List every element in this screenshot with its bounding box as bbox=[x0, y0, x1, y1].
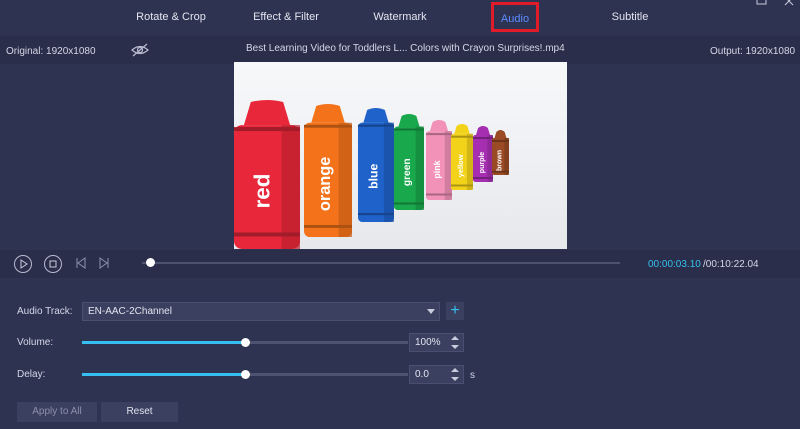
stop-button[interactable] bbox=[44, 255, 62, 273]
volume-slider[interactable] bbox=[82, 338, 408, 347]
video-filename: Best Learning Video for Toddlers L... Co… bbox=[246, 43, 565, 54]
volume-spinbox[interactable]: 100% bbox=[409, 333, 464, 352]
tab-rotate-crop[interactable]: Rotate & Crop bbox=[128, 0, 214, 34]
crayons-image: red orange blue green pink yellow purple brown bbox=[234, 62, 567, 249]
svg-text:orange: orange bbox=[316, 157, 334, 211]
reset-button[interactable]: Reset bbox=[101, 402, 178, 422]
chevron-down-icon bbox=[427, 309, 435, 314]
tab-bar: Rotate & Crop Effect & Filter Watermark … bbox=[0, 0, 800, 36]
next-frame-icon[interactable] bbox=[97, 256, 111, 273]
svg-text:brown: brown bbox=[496, 150, 503, 171]
delay-label: Delay: bbox=[17, 369, 46, 380]
svg-text:green: green bbox=[402, 158, 413, 186]
delay-slider-handle[interactable] bbox=[241, 370, 250, 379]
timeline-handle[interactable] bbox=[145, 258, 155, 267]
svg-text:yellow: yellow bbox=[456, 154, 465, 177]
close-icon[interactable] bbox=[784, 0, 796, 10]
current-time: 00:00:03.10 bbox=[648, 259, 701, 270]
volume-down-icon[interactable] bbox=[451, 345, 459, 349]
timeline-track[interactable] bbox=[142, 262, 620, 264]
video-preview: red orange blue green pink yellow purple brown bbox=[234, 62, 567, 249]
volume-slider-fill bbox=[82, 341, 245, 344]
original-resolution: Original: 1920x1080 bbox=[6, 46, 96, 57]
tab-audio[interactable]: Audio bbox=[491, 2, 539, 32]
minimize-icon[interactable] bbox=[756, 0, 768, 10]
delay-down-icon[interactable] bbox=[451, 377, 459, 381]
crayon-yellow: yellow bbox=[451, 124, 473, 190]
delay-slider-fill bbox=[82, 373, 245, 376]
tab-watermark[interactable]: Watermark bbox=[364, 0, 436, 34]
volume-up-icon[interactable] bbox=[451, 336, 459, 340]
output-resolution: Output: 1920x1080 bbox=[710, 46, 796, 57]
svg-text:blue: blue bbox=[366, 164, 380, 189]
eye-hidden-icon[interactable] bbox=[130, 42, 150, 58]
crayon-orange: orange bbox=[304, 104, 352, 237]
delay-up-icon[interactable] bbox=[451, 368, 459, 372]
volume-value: 100% bbox=[415, 337, 441, 348]
volume-slider-handle[interactable] bbox=[241, 338, 250, 347]
volume-label: Volume: bbox=[17, 337, 54, 348]
previous-frame-icon[interactable] bbox=[74, 256, 88, 273]
total-time: /00:10:22.04 bbox=[703, 259, 759, 270]
svg-text:pink: pink bbox=[432, 160, 442, 178]
crayon-pink: pink bbox=[426, 120, 452, 200]
delay-value: 0.0 bbox=[415, 369, 429, 380]
delay-slider[interactable] bbox=[82, 370, 408, 379]
tab-effect-filter[interactable]: Effect & Filter bbox=[244, 0, 328, 34]
tab-subtitle[interactable]: Subtitle bbox=[602, 0, 658, 34]
delay-unit: s bbox=[470, 370, 475, 381]
svg-text:purple: purple bbox=[479, 152, 486, 173]
audio-track-label: Audio Track: bbox=[17, 306, 73, 317]
delay-spinbox[interactable]: 0.0 bbox=[409, 365, 464, 384]
crayon-blue: blue bbox=[358, 108, 394, 222]
svg-text:red: red bbox=[250, 174, 275, 209]
audio-track-select[interactable]: EN-AAC-2Channel bbox=[82, 302, 440, 321]
audio-track-value: EN-AAC-2Channel bbox=[88, 306, 172, 317]
apply-to-all-button[interactable]: Apply to All bbox=[17, 402, 97, 422]
add-audio-track-button[interactable]: + bbox=[446, 302, 464, 320]
play-button[interactable] bbox=[14, 255, 32, 273]
crayon-green: green bbox=[394, 114, 424, 210]
